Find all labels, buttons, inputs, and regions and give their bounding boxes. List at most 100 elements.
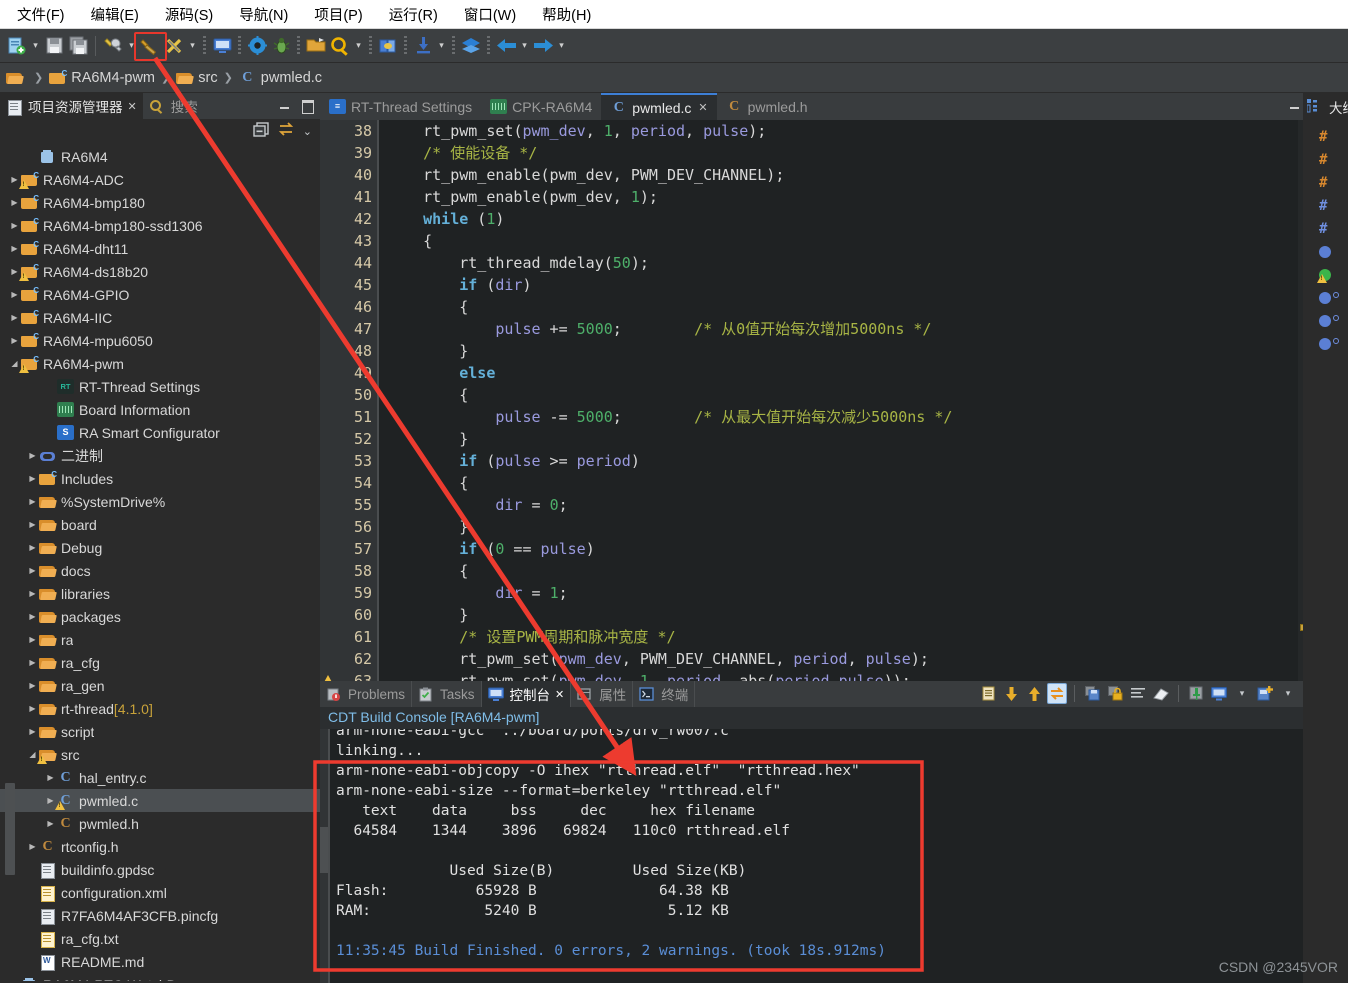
tree-item[interactable]: ▶ RA6M4-bmp180 [0, 191, 320, 214]
tree-item[interactable]: ▶ RA6M4-bmp180-ssd1306 [0, 214, 320, 237]
tree-item[interactable]: Board Information [0, 398, 320, 421]
chevron-right-icon[interactable]: ▶ [44, 819, 57, 828]
tab-search[interactable]: 搜索 [143, 93, 204, 120]
chevron-right-icon[interactable]: ▶ [26, 704, 39, 713]
tree-item[interactable]: ▶ Chal_entry.c [0, 766, 320, 789]
outline-item[interactable] [1303, 332, 1348, 355]
chevron-right-icon[interactable]: ▶ [26, 589, 39, 598]
outline-items[interactable]: # # # # # [1303, 120, 1348, 355]
menu-item-source[interactable]: 源码(S) [152, 1, 226, 28]
open-console-icon[interactable] [211, 35, 233, 57]
chevron-right-icon[interactable]: ▶ [26, 520, 39, 529]
tree-item[interactable]: RA6M4 [0, 145, 320, 168]
scroll-up-icon[interactable] [1024, 683, 1044, 704]
tab-properties[interactable]: 属性 [571, 681, 634, 707]
tree-item[interactable]: ▶Cpwmled.c [0, 789, 320, 812]
breadcrumb-file[interactable]: C pwmled.c [239, 70, 322, 86]
code-text[interactable]: rt_pwm_set(pwm_dev, 1, period, pulse); /… [379, 120, 1328, 681]
menu-item-edit[interactable]: 编辑(E) [78, 1, 152, 28]
chevron-right-icon[interactable]: ▶ [26, 635, 39, 644]
chevron-right-icon[interactable]: ▶ [26, 842, 39, 851]
new-wizard-icon[interactable] [6, 35, 28, 57]
code-line[interactable]: if (pulse >= period) [387, 450, 1328, 472]
tree-item[interactable]: ▶ docs [0, 559, 320, 582]
code-line[interactable]: rt_pwm_enable(pwm_dev, PWM_DEV_CHANNEL); [387, 164, 1328, 186]
console-scrollbar[interactable] [320, 827, 328, 873]
outline-item[interactable]: # [1303, 194, 1348, 217]
chevron-right-icon[interactable]: ▶ [26, 474, 39, 483]
menu-item-window[interactable]: 窗口(W) [451, 1, 529, 28]
clipboard-icon[interactable] [978, 683, 998, 704]
code-line[interactable]: { [387, 472, 1328, 494]
tree-item[interactable]: R7FA6M4AF3CFB.pincfg [0, 904, 320, 927]
outline-item[interactable]: # [1303, 148, 1348, 171]
breadcrumb-project[interactable]: RA6M4-pwm [49, 69, 155, 86]
pin-console-icon[interactable] [1186, 683, 1206, 704]
new-console-icon[interactable] [1255, 683, 1275, 704]
scroll-down-icon[interactable] [1001, 683, 1021, 704]
code-line[interactable]: { [387, 384, 1328, 406]
download-icon[interactable] [412, 35, 434, 57]
tab-terminal[interactable]: 终端 [633, 681, 696, 707]
tree-item[interactable]: ▶ libraries [0, 582, 320, 605]
chevron-right-icon[interactable]: ▶ [8, 221, 21, 230]
menu-item-project[interactable]: 项目(P) [301, 1, 375, 28]
chevron-right-icon[interactable]: ▶ [44, 773, 57, 782]
code-line[interactable]: rt_pwm_enable(pwm_dev, 1); [387, 186, 1328, 208]
code-area[interactable]: 38 39 40 41 42 43 44 45 46 47 48 49 50 51 52 53 54 55 56 57… [320, 120, 1328, 681]
menu-item-file[interactable]: 文件(F) [4, 1, 78, 28]
code-line[interactable]: else [387, 362, 1328, 384]
chevron-right-icon[interactable]: ▶ [8, 290, 21, 299]
code-line[interactable]: { [387, 230, 1328, 252]
code-line[interactable]: dir = 1; [387, 582, 1328, 604]
code-line[interactable]: rt_thread_mdelay(50); [387, 252, 1328, 274]
tree-item[interactable]: buildinfo.gpdsc [0, 858, 320, 881]
tab-project-explorer[interactable]: 项目资源管理器 ✕ [0, 92, 143, 120]
link-with-editor-icon[interactable] [278, 122, 294, 140]
project-tree[interactable]: RA6M4▶RA6M4-ADC▶RA6M4-bmp180▶RA6M4-bmp18… [0, 142, 320, 981]
code-line[interactable]: } [387, 340, 1328, 362]
menu-item-help[interactable]: 帮助(H) [529, 1, 604, 28]
chevron-right-icon[interactable]: ▶ [26, 727, 39, 736]
tree-item[interactable]: ▶ ra [0, 628, 320, 651]
tree-item[interactable]: ▶ rt-thread [4.1.0] [0, 697, 320, 720]
clean-icon[interactable] [163, 35, 185, 57]
minimize-icon[interactable] [278, 98, 292, 112]
code-line[interactable]: pulse += 5000; /* 从0值开始每次增加5000ns */ [387, 318, 1328, 340]
tab-cpk-ra6m4[interactable]: CPK-RA6M4 [481, 93, 601, 120]
code-line[interactable]: } [387, 604, 1328, 626]
tree-item[interactable]: RT RT-Thread Settings [0, 375, 320, 398]
build-hammer-icon[interactable] [139, 35, 161, 57]
outline-item[interactable] [1303, 286, 1348, 309]
outline-item[interactable] [1303, 309, 1348, 332]
chevron-right-icon[interactable]: ▶ [26, 612, 39, 621]
chevron-right-icon[interactable]: ▶ [26, 543, 39, 552]
console-output[interactable]: arm-none-eabi-gcc ../board/ports/drv_rw0… [320, 729, 1348, 983]
tab-console[interactable]: 控制台 ✕ [481, 681, 572, 707]
tree-item[interactable]: ▶ Cpwmled.h [0, 812, 320, 835]
code-line[interactable]: /* 使能设备 */ [387, 142, 1328, 164]
code-line[interactable]: if (0 == pulse) [387, 538, 1328, 560]
tab-problems[interactable]: Problems [320, 681, 413, 707]
code-line[interactable]: dir = 0; [387, 494, 1328, 516]
tree-item[interactable]: ▶ RA6M4-IIC [0, 306, 320, 329]
outline-item[interactable]: # [1303, 125, 1348, 148]
tree-item[interactable]: ▶ Debug [0, 536, 320, 559]
settings-gear-icon[interactable] [246, 35, 268, 57]
forward-icon[interactable] [532, 35, 554, 57]
tree-item[interactable]: README.md [0, 950, 320, 973]
outline-item[interactable]: # [1303, 171, 1348, 194]
code-line[interactable]: { [387, 296, 1328, 318]
tree-item[interactable]: ▶ 二进制 [0, 444, 320, 467]
tree-item[interactable]: ▶ ra_gen [0, 674, 320, 697]
tree-item[interactable]: ◢RA6M4-pwm [0, 352, 320, 375]
back-icon[interactable] [495, 35, 517, 57]
chevron-right-icon[interactable]: ▶ [26, 566, 39, 575]
code-line[interactable]: } [387, 516, 1328, 538]
maximize-icon[interactable] [300, 98, 314, 114]
tree-item[interactable]: configuration.xml [0, 881, 320, 904]
debug-bug-icon[interactable] [270, 35, 292, 57]
outline-item[interactable] [1303, 240, 1348, 263]
chevron-right-icon[interactable]: ▶ [26, 658, 39, 667]
annotation-gutter[interactable] [320, 120, 337, 681]
